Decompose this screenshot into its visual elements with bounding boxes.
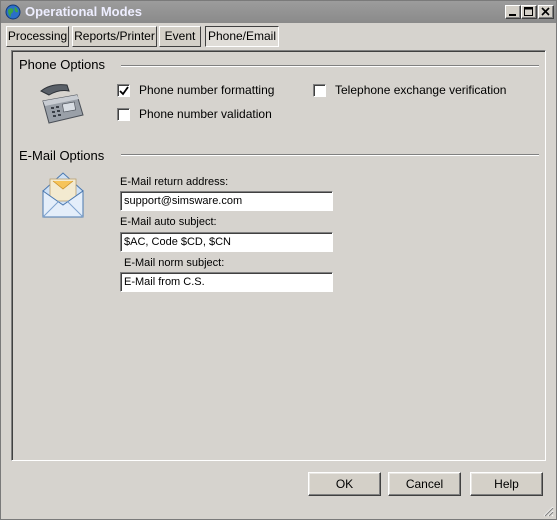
tab-label: Phone/Email <box>207 29 277 43</box>
tab-reports-printer[interactable]: Reports/Printer <box>72 26 157 47</box>
phone-formatting-option[interactable]: Phone number formatting <box>117 83 274 97</box>
phone-formatting-label: Phone number formatting <box>139 83 275 97</box>
close-icon <box>541 7 550 16</box>
tab-label: Processing <box>7 29 68 43</box>
ok-button[interactable]: OK <box>308 472 381 496</box>
tab-processing[interactable]: Processing <box>6 26 69 47</box>
resize-grip-icon[interactable] <box>542 505 554 517</box>
email-auto-subject-input[interactable] <box>120 232 333 252</box>
phone-options-title: Phone Options <box>19 57 106 72</box>
tab-phone-email[interactable]: Phone/Email <box>205 26 279 47</box>
telephone-exchange-checkbox[interactable] <box>313 83 326 97</box>
email-norm-subject-input[interactable] <box>120 272 333 292</box>
tab-label: Reports/Printer <box>74 29 155 43</box>
email-auto-subject-label: E-Mail auto subject: <box>120 216 217 228</box>
telephone-exchange-label: Telephone exchange verification <box>335 83 507 97</box>
checkmark-icon <box>119 85 129 95</box>
email-norm-subject-label: E-Mail norm subject: <box>124 257 225 269</box>
phone-options-divider <box>121 65 539 67</box>
maximize-button[interactable] <box>521 5 537 19</box>
window-title: Operational Modes <box>25 4 143 19</box>
envelope-icon <box>39 169 87 226</box>
title-bar[interactable]: Operational Modes <box>1 1 556 23</box>
email-options-title: E-Mail Options <box>19 148 105 163</box>
minimize-button[interactable] <box>505 5 521 19</box>
phone-validation-option[interactable]: Phone number validation <box>117 107 272 121</box>
tab-label: Event <box>164 29 196 43</box>
phone-validation-label: Phone number validation <box>139 107 272 121</box>
phone-validation-checkbox[interactable] <box>117 107 130 121</box>
email-options-divider <box>121 154 539 156</box>
help-button[interactable]: Help <box>470 472 543 496</box>
email-return-address-input[interactable] <box>120 191 333 211</box>
cancel-button[interactable]: Cancel <box>388 472 461 496</box>
telephone-icon <box>37 81 87 128</box>
tab-event[interactable]: Event <box>159 26 201 47</box>
globe-icon <box>5 4 21 20</box>
telephone-exchange-option[interactable]: Telephone exchange verification <box>313 83 506 97</box>
maximize-icon <box>524 7 533 16</box>
email-return-address-label: E-Mail return address: <box>120 176 229 188</box>
phone-formatting-checkbox[interactable] <box>117 83 130 97</box>
close-button[interactable] <box>538 5 554 19</box>
tab-page-phone-email <box>11 50 546 461</box>
dialog-window: Operational Modes Processing Reports/Pri… <box>0 0 557 520</box>
minimize-icon <box>509 14 516 16</box>
